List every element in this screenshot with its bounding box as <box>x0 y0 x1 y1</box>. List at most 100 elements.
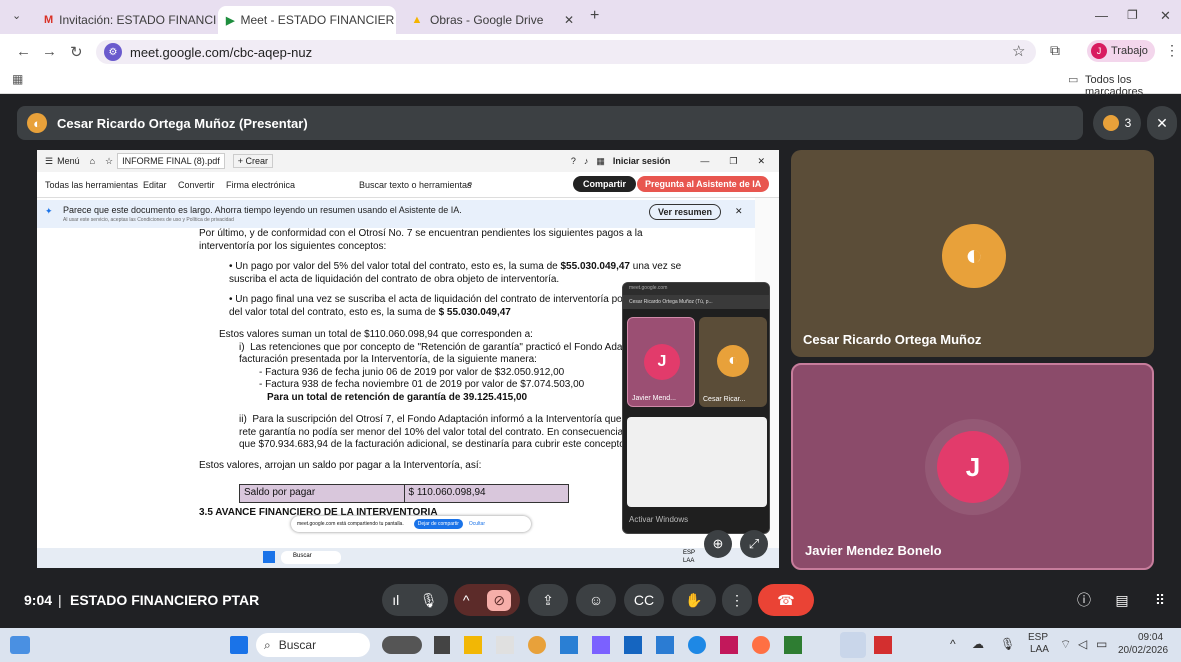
volume-icon[interactable]: ◁ <box>1078 637 1087 651</box>
raise-hand-icon[interactable]: ✋ <box>672 584 716 616</box>
close-window-icon[interactable]: ✕ <box>1160 8 1171 24</box>
tool-esign[interactable]: Firma electrónica <box>226 180 295 190</box>
stop-sharing-button[interactable]: Dejar de compartir <box>413 518 463 530</box>
tool-all[interactable]: Todas las herramientas <box>45 180 138 190</box>
pip-tile-name: Javier Mend... <box>632 395 676 402</box>
inner-lang2: LAA <box>683 558 695 564</box>
extensions-icon[interactable]: ⧉ <box>1050 42 1060 59</box>
widgets-icon[interactable] <box>10 636 30 654</box>
firefox-icon[interactable] <box>752 636 770 654</box>
tab-gmail[interactable]: M Invitación: ESTADO FINANCIER ✕ <box>36 6 216 34</box>
apps-icon[interactable]: ▦ <box>596 156 605 167</box>
clock-date[interactable]: 20/02/2026 <box>1118 645 1168 656</box>
restore-icon[interactable]: ❐ <box>729 156 737 167</box>
minimize-icon[interactable]: — <box>700 156 709 166</box>
forward-icon[interactable]: → <box>42 43 57 60</box>
bookmark-star-icon[interactable]: ☆ <box>1012 42 1025 60</box>
weather-icon[interactable] <box>382 636 422 654</box>
wifi-icon[interactable]: ⌔ <box>1060 637 1071 652</box>
pin-off-icon[interactable]: ✕ <box>1147 106 1177 140</box>
chrome-active-icon[interactable] <box>840 632 866 658</box>
close-icon[interactable]: ✕ <box>564 13 574 27</box>
back-icon[interactable]: ← <box>16 43 31 60</box>
new-tab-button[interactable]: + <box>590 7 599 25</box>
tile-name: Cesar Ricardo Ortega Muñoz <box>803 332 982 347</box>
captions-icon[interactable]: CC <box>624 584 664 616</box>
tab-drive[interactable]: ▲ Obras - Google Drive ✕ <box>402 6 582 34</box>
close-icon[interactable]: ✕ <box>757 156 765 167</box>
avatar: J <box>644 344 680 380</box>
search-icon[interactable]: ⌕ <box>467 178 473 191</box>
app-icon[interactable] <box>592 636 610 654</box>
tab-meet[interactable]: ▶ Meet - ESTADO FINANCIER ◉ ✕ <box>218 6 396 34</box>
edge-icon[interactable] <box>688 636 706 654</box>
tile-javier[interactable]: J Javier Mendez Bonelo <box>791 363 1154 570</box>
pdf-tab[interactable]: INFORME FINAL (8).pdf <box>117 153 225 169</box>
bell-icon[interactable]: ♪ <box>584 156 589 166</box>
signin-link[interactable]: Iniciar sesión <box>613 156 671 166</box>
chrome-icon[interactable] <box>528 636 546 654</box>
mic-tray-icon[interactable]: 🎙 <box>1000 637 1015 651</box>
site-info-icon[interactable]: ⚙ <box>104 43 122 61</box>
zoom-icon[interactable]: ⊕ <box>704 530 732 558</box>
participants-chip[interactable]: 3 <box>1093 106 1141 140</box>
close-icon[interactable]: ✕ <box>735 206 743 217</box>
menu-kebab-icon[interactable]: ⋮ <box>1165 42 1179 59</box>
emoji-icon[interactable]: ☺ <box>576 584 616 616</box>
restore-icon[interactable]: ❐ <box>1127 8 1138 22</box>
excel-icon[interactable] <box>784 636 802 654</box>
help-icon[interactable]: ? <box>571 156 576 166</box>
home-icon[interactable]: ⌂ <box>90 156 95 166</box>
pip-tile-cesar: ◐ Cesar Ricar... <box>699 317 767 407</box>
windows-start-icon[interactable] <box>230 636 248 654</box>
hamburger-icon[interactable]: ☰ <box>45 156 53 167</box>
onedrive-icon[interactable]: ☁ <box>972 637 984 651</box>
chat-icon[interactable]: ▤ <box>1108 584 1136 616</box>
calculator-icon[interactable] <box>624 636 642 654</box>
taskbar-search[interactable]: ⌕ Buscar <box>256 633 370 657</box>
reload-icon[interactable]: ↻ <box>70 43 83 61</box>
end-call-button[interactable]: ☎ <box>758 584 814 616</box>
app-icon[interactable] <box>560 636 578 654</box>
search-tools[interactable]: Buscar texto o herramientas <box>359 180 472 190</box>
info-icon[interactable]: ⓘ <box>1070 584 1098 616</box>
app-icon[interactable] <box>720 636 738 654</box>
tile-cesar[interactable]: ◐ Cesar Ricardo Ortega Muñoz <box>791 150 1154 357</box>
summary-button[interactable]: Ver resumen <box>649 204 722 220</box>
app-icon[interactable] <box>496 636 514 654</box>
hide-link[interactable]: Ocultar <box>469 521 485 527</box>
mic-button[interactable]: ıl 🎙 <box>382 584 448 616</box>
profile-chip[interactable]: J Trabajo <box>1087 40 1155 62</box>
task-view-icon[interactable] <box>434 636 450 654</box>
presenter-label: Cesar Ricardo Ortega Muñoz (Presentar) <box>57 115 308 131</box>
menu-label[interactable]: Menú <box>57 156 80 166</box>
tool-convert[interactable]: Convertir <box>178 180 215 190</box>
camera-off-icon: ⊘ <box>487 589 512 611</box>
apps-grid-icon[interactable]: ▦ <box>12 72 23 86</box>
expand-icon[interactable]: ⤢ <box>740 530 768 558</box>
inner-search[interactable]: Buscar <box>281 551 341 564</box>
tray-up-icon[interactable]: ^ <box>950 637 956 651</box>
lang-indicator[interactable]: ESP <box>1028 632 1048 643</box>
meet-pip-window[interactable]: meet.google.com Cesar Ricardo Ortega Muñ… <box>622 282 770 534</box>
windows-start-icon[interactable] <box>263 551 275 563</box>
file-explorer-icon[interactable] <box>464 636 482 654</box>
tab-search-icon[interactable]: ⌄ <box>12 9 21 22</box>
battery-icon[interactable]: ▭ <box>1096 637 1107 651</box>
tool-edit[interactable]: Editar <box>143 180 167 190</box>
more-options-icon[interactable]: ⋮ <box>722 584 752 616</box>
ai-assistant-button[interactable]: Pregunta al Asistente de IA <box>637 176 770 192</box>
share-pdf-button[interactable]: Compartir <box>573 176 637 192</box>
word-icon[interactable] <box>656 636 674 654</box>
camera-button[interactable]: ^ ⊘ <box>454 584 520 616</box>
star-icon[interactable]: ☆ <box>105 156 113 167</box>
create-button[interactable]: + Crear <box>232 154 274 168</box>
minimize-icon[interactable]: — <box>1095 8 1108 23</box>
cesar-logo-icon: ◐ <box>717 345 749 377</box>
gmail-icon: M <box>44 14 54 26</box>
url-bar[interactable]: ⚙ meet.google.com/cbc-aqep-nuz <box>96 40 1036 64</box>
clock-time[interactable]: 09:04 <box>1138 632 1163 643</box>
acrobat-icon[interactable] <box>874 636 892 654</box>
present-icon[interactable]: ⇪ <box>528 584 568 616</box>
activities-icon[interactable]: ⠿ <box>1146 584 1174 616</box>
